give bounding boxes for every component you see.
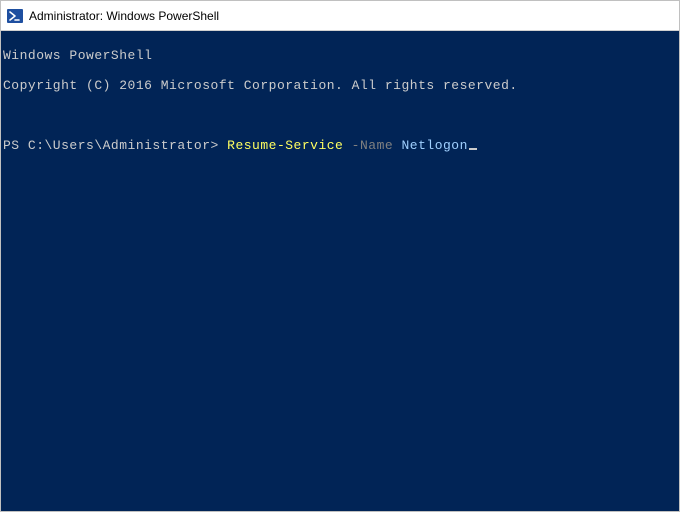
prompt-text: PS C:\Users\Administrator> bbox=[3, 138, 227, 153]
param-token: -Name bbox=[352, 138, 394, 153]
command-line[interactable]: PS C:\Users\Administrator> Resume-Servic… bbox=[3, 138, 679, 153]
cmdlet-token: Resume-Service bbox=[227, 138, 343, 153]
titlebar[interactable]: Administrator: Windows PowerShell bbox=[1, 1, 679, 31]
banner-line: Copyright (C) 2016 Microsoft Corporation… bbox=[3, 78, 679, 93]
blank-line bbox=[3, 108, 679, 123]
window-title: Administrator: Windows PowerShell bbox=[29, 9, 219, 23]
cursor bbox=[469, 148, 477, 150]
arg-token: Netlogon bbox=[402, 138, 468, 153]
powershell-window: Administrator: Windows PowerShell Window… bbox=[0, 0, 680, 512]
banner-line: Windows PowerShell bbox=[3, 48, 679, 63]
powershell-icon bbox=[7, 8, 23, 24]
terminal-area[interactable]: Windows PowerShell Copyright (C) 2016 Mi… bbox=[1, 31, 679, 511]
